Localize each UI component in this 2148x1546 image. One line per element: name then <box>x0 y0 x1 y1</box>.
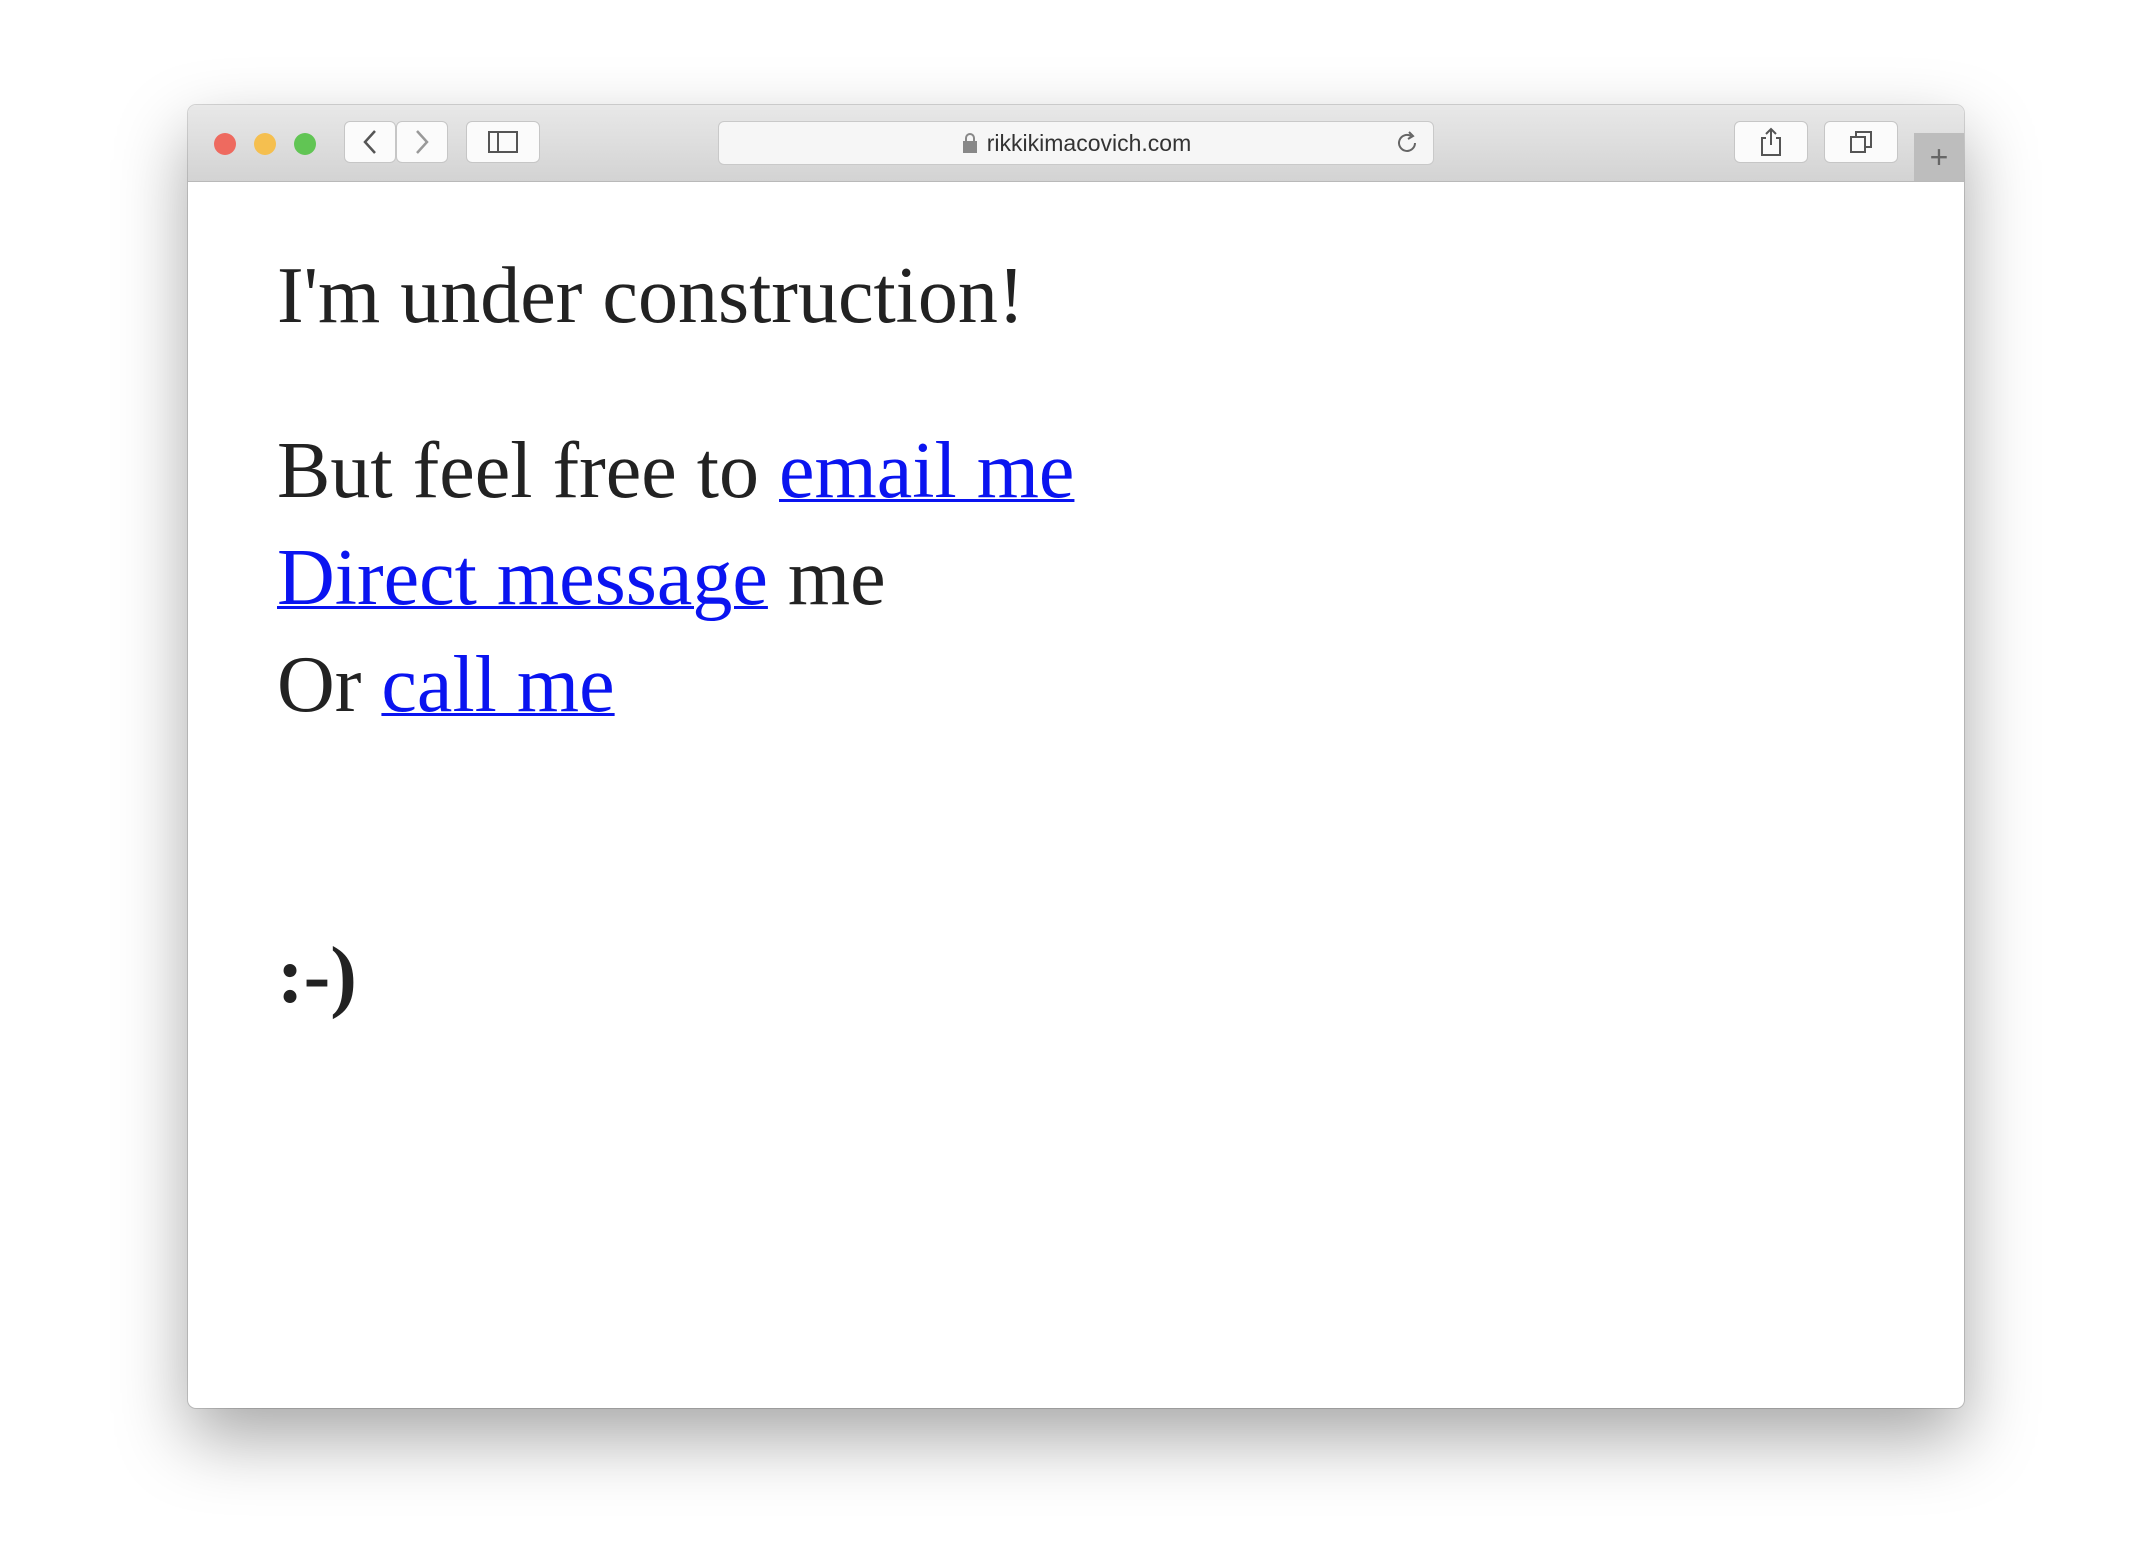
address-bar[interactable]: rikkikimacovich.com <box>718 121 1434 165</box>
new-tab-button[interactable]: + <box>1914 133 1964 181</box>
call-line: Or call me <box>277 640 615 731</box>
tabs-button[interactable] <box>1824 121 1898 163</box>
forward-button[interactable] <box>396 121 448 163</box>
page-content: I'm under construction! But feel free to… <box>277 181 1964 1408</box>
dm-line-text: me <box>767 534 886 622</box>
dm-line: Direct message me <box>277 533 886 624</box>
close-button[interactable] <box>214 133 236 155</box>
email-link[interactable]: email me <box>779 427 1074 515</box>
browser-toolbar: rikkikimacovich.com + <box>188 105 1964 182</box>
new-tab-icon: + <box>1929 138 1949 175</box>
call-link[interactable]: call me <box>381 641 614 729</box>
tabs-icon <box>1850 131 1872 153</box>
email-line-text: But feel free to <box>277 427 779 515</box>
lock-icon <box>962 133 977 153</box>
sidebar-icon <box>488 131 518 153</box>
share-icon <box>1761 127 1781 156</box>
url-text: rikkikimacovich.com <box>986 129 1192 156</box>
page-heading: I'm under construction! <box>277 252 1025 340</box>
zoom-button[interactable] <box>294 133 316 155</box>
direct-message-link[interactable]: Direct message <box>277 534 768 622</box>
minimize-button[interactable] <box>254 133 276 155</box>
smiley: :-) <box>277 932 357 1020</box>
share-button[interactable] <box>1734 121 1808 163</box>
reload-icon[interactable] <box>1393 129 1421 157</box>
sidebar-button[interactable] <box>466 121 540 163</box>
email-line: But feel free to email me <box>277 426 1074 517</box>
back-button[interactable] <box>344 121 396 163</box>
call-line-text: Or <box>277 641 382 729</box>
forward-icon <box>416 130 429 154</box>
browser-window: rikkikimacovich.com + I'm under construc… <box>188 105 1964 1408</box>
back-icon <box>363 130 376 154</box>
